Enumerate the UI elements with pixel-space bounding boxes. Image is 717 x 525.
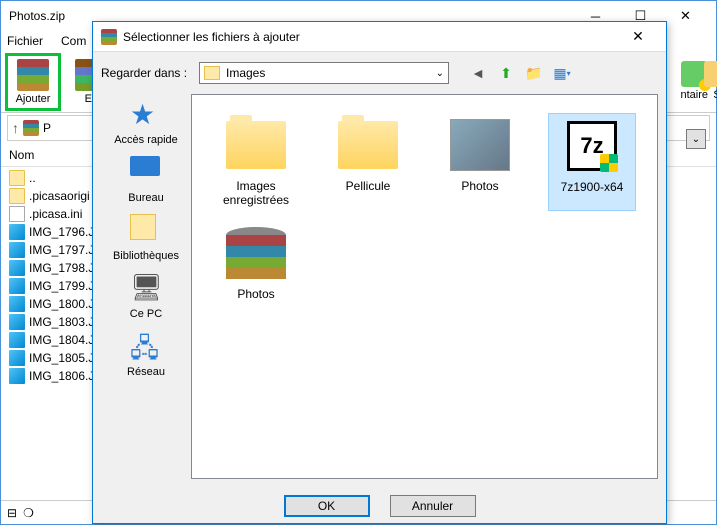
new-folder-icon[interactable]: 📁: [525, 64, 543, 82]
cancel-button[interactable]: Annuler: [390, 495, 476, 517]
jpg-icon: [9, 242, 25, 258]
jpg-icon: [9, 332, 25, 348]
file-name: IMG_1804.JI: [29, 333, 98, 347]
file-name: IMG_1798.JI: [29, 261, 98, 275]
jpg-icon: [9, 296, 25, 312]
file-name: IMG_1805.JI: [29, 351, 98, 365]
cepc-icon: 🖥: [130, 272, 162, 304]
file-item[interactable]: Photos: [436, 113, 524, 211]
file-label: Pellicule: [346, 179, 391, 193]
file-name: IMG_1797.JI: [29, 243, 98, 257]
file-label: Images enregistrées: [216, 179, 296, 207]
place-label: Accès rapide: [114, 134, 178, 146]
places-libs[interactable]: Bibliothèques: [106, 214, 186, 262]
add-icon: [17, 59, 49, 91]
file-label: Photos: [237, 287, 274, 301]
place-label: Ce PC: [130, 308, 162, 320]
file-name: IMG_1806.JI: [29, 369, 98, 383]
file-label: Photos: [461, 179, 498, 193]
jpg-icon: [9, 224, 25, 240]
look-in-value: Images: [226, 66, 265, 80]
file-name: .picasaorigi: [29, 189, 90, 203]
star-icon: ★: [130, 98, 162, 130]
archive-icon: [23, 120, 39, 136]
desktop-icon: [130, 156, 162, 188]
up-one-level-icon[interactable]: ⬆: [497, 64, 515, 82]
address-path: P: [43, 121, 51, 135]
rar-icon: [224, 225, 288, 281]
file-item[interactable]: Pellicule: [324, 113, 412, 211]
sfx-button[interactable]: S: [704, 61, 717, 101]
status-icon-2: ❍: [23, 506, 34, 520]
file-item[interactable]: 7z 7z1900-x64: [548, 113, 636, 211]
file-name: IMG_1799.JI: [29, 279, 98, 293]
libs-icon: [130, 214, 162, 246]
file-name: IMG_1796.JI: [29, 225, 98, 239]
back-icon[interactable]: ◄: [469, 64, 487, 82]
places-network[interactable]: 🖧 Réseau: [106, 330, 186, 378]
look-in-row: Regarder dans : Images ⌄ ◄ ⬆ 📁 ▦▾: [101, 58, 658, 88]
jpg-icon: [9, 368, 25, 384]
folder-icon: [224, 117, 288, 173]
up-icon[interactable]: ↑: [12, 120, 19, 136]
jpg-icon: [9, 350, 25, 366]
file-name: .picasa.ini: [29, 207, 82, 221]
chevron-down-icon: ⌄: [436, 68, 444, 79]
7z-icon: 7z: [560, 118, 624, 174]
file-browser[interactable]: Images enregistrées Pellicule Photos 7z 7z19…: [191, 94, 658, 479]
network-icon: 🖧: [130, 330, 162, 362]
column-name[interactable]: Nom: [9, 148, 34, 162]
place-label: Bureau: [128, 192, 163, 204]
close-button[interactable]: ✕: [663, 2, 708, 30]
main-title: Photos.zip: [9, 9, 65, 23]
dialog-buttons: OK Annuler: [93, 489, 666, 523]
file-label: 7z1900-x64: [561, 180, 624, 194]
ini-icon: [9, 206, 25, 222]
status-icon: ⊟: [7, 506, 17, 520]
photos-thumb-icon: [448, 117, 512, 173]
folder-icon: [9, 188, 25, 204]
places-cepc[interactable]: 🖥 Ce PC: [106, 272, 186, 320]
look-in-combo[interactable]: Images ⌄: [199, 62, 449, 84]
jpg-icon: [9, 278, 25, 294]
navigation-icons: ◄ ⬆ 📁 ▦▾: [469, 64, 571, 82]
sfx-icon: [704, 61, 717, 87]
dialog-app-icon: [101, 29, 117, 45]
menu-file[interactable]: Fichier: [7, 34, 43, 48]
file-item[interactable]: Images enregistrées: [212, 113, 300, 211]
file-name: ..: [29, 171, 36, 185]
up-icon: [9, 170, 25, 186]
dialog-titlebar: Sélectionner les fichiers à ajouter ✕: [93, 22, 666, 51]
add-button[interactable]: Ajouter: [5, 53, 61, 111]
dialog-close-button[interactable]: ✕: [618, 24, 658, 50]
jpg-icon: [9, 260, 25, 276]
jpg-icon: [9, 314, 25, 330]
places-bar: ★ Accès rapide Bureau Bibliothèques 🖥 Ce PC 🖧 R…: [101, 94, 191, 479]
ok-button[interactable]: OK: [284, 495, 370, 517]
look-in-label: Regarder dans :: [101, 66, 191, 80]
place-label: Bibliothèques: [113, 250, 179, 262]
folder-icon: [336, 117, 400, 173]
place-label: Réseau: [127, 366, 165, 378]
dialog-title: Sélectionner les fichiers à ajouter: [123, 30, 300, 44]
view-menu-icon[interactable]: ▦▾: [553, 64, 571, 82]
menu-commands[interactable]: Com: [61, 34, 86, 48]
file-name: IMG_1800.JI: [29, 297, 98, 311]
places-desktop[interactable]: Bureau: [106, 156, 186, 204]
file-name: IMG_1803.JI: [29, 315, 98, 329]
add-files-dialog: Sélectionner les fichiers à ajouter ✕ Re…: [92, 21, 667, 524]
places-star[interactable]: ★ Accès rapide: [106, 98, 186, 146]
file-item[interactable]: Photos: [212, 221, 300, 305]
address-dropdown[interactable]: ⌄: [686, 129, 706, 149]
folder-icon: [204, 66, 220, 80]
